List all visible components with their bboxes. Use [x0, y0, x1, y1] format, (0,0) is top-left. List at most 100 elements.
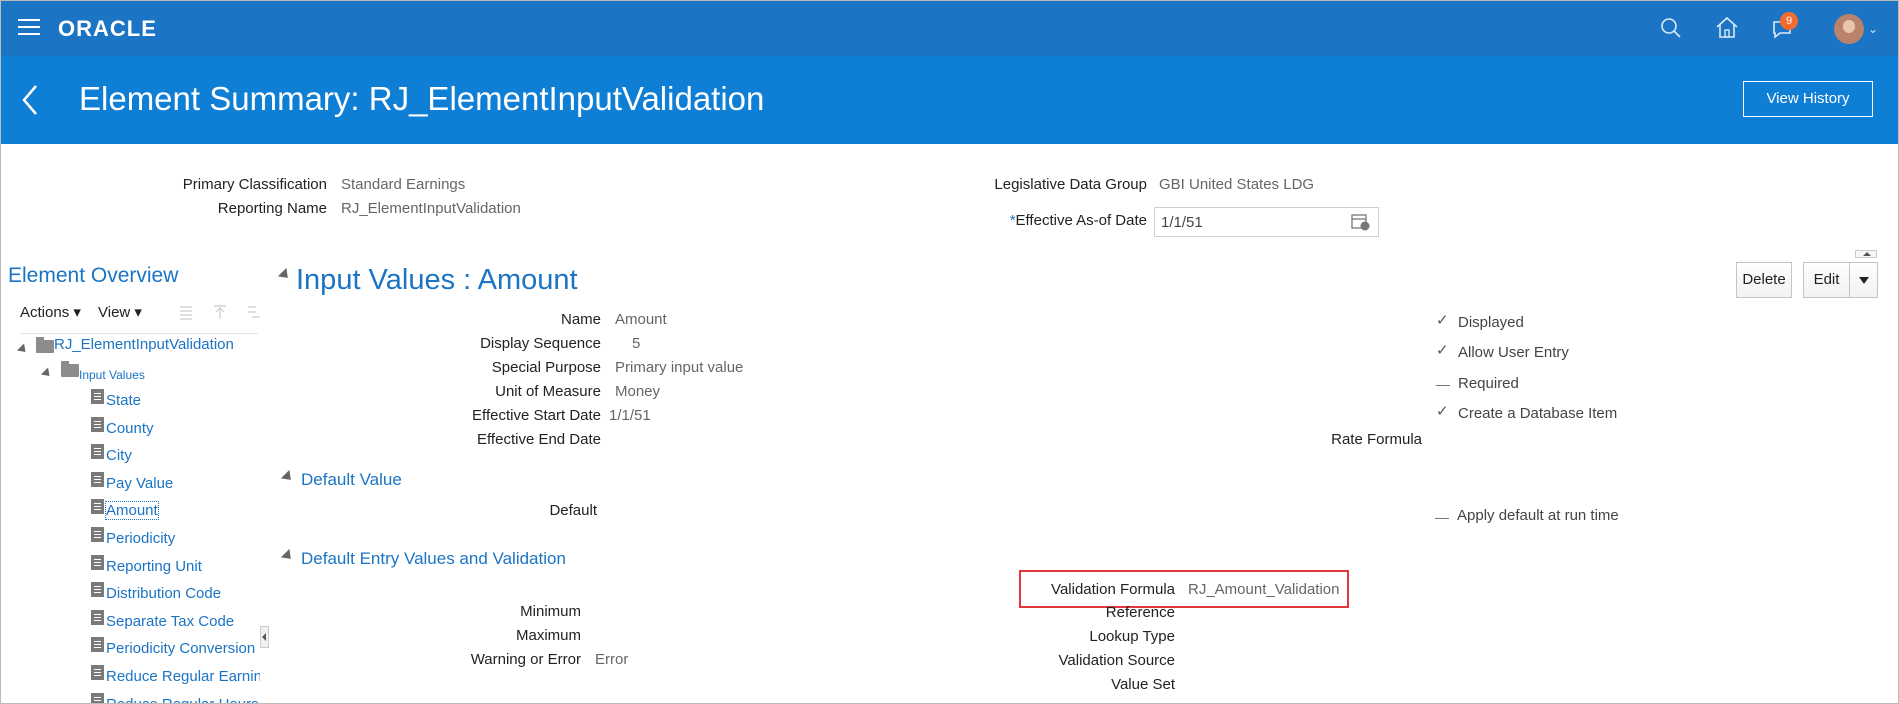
- document-icon: [91, 472, 104, 487]
- tree-folder-node[interactable]: Input Values: [79, 368, 145, 382]
- create-database-item-check-icon: ✓: [1436, 403, 1449, 420]
- validation-source-label: Validation Source: [1058, 652, 1175, 669]
- reference-label: Reference: [1105, 604, 1175, 621]
- tree-item-periodicity-conversion[interactable]: Periodicity Conversion: [106, 640, 255, 657]
- search-icon[interactable]: [1657, 14, 1685, 42]
- page-title: Element Summary: RJ_ElementInputValidati…: [79, 80, 765, 117]
- create-database-item-label: Create a Database Item: [1458, 405, 1618, 422]
- tree-item-pay-value[interactable]: Pay Value: [106, 475, 173, 492]
- expand-toggle-icon[interactable]: [16, 343, 30, 356]
- notifications-badge: 9: [1780, 12, 1798, 30]
- panel-splitter[interactable]: [260, 626, 269, 648]
- primary-classification-label: Primary Classification: [182, 176, 327, 193]
- tree-item-reduce-regular-earnings[interactable]: Reduce Regular Earnings: [106, 668, 260, 685]
- unit-of-measure-value: Money: [615, 383, 661, 400]
- folder-icon: [36, 337, 54, 353]
- tree-item-distribution-code[interactable]: Distribution Code: [106, 585, 221, 602]
- maximum-label: Maximum: [515, 627, 581, 644]
- legislative-data-group-value: GBI United States LDG: [1159, 176, 1315, 193]
- displayed-check-icon: ✓: [1436, 312, 1449, 329]
- section-collapse-icon[interactable]: [280, 548, 296, 564]
- effective-start-date-value: 1/1/51: [609, 407, 651, 424]
- document-icon: [91, 417, 104, 432]
- document-icon: [91, 444, 104, 459]
- validation-formula-label: Validation Formula: [1051, 581, 1175, 598]
- document-icon: [91, 499, 104, 514]
- effective-end-date-label: Effective End Date: [477, 431, 601, 448]
- special-purpose-value: Primary input value: [615, 359, 744, 376]
- minimum-label: Minimum: [520, 603, 581, 620]
- required-label: Required: [1458, 375, 1519, 392]
- tree-root-node[interactable]: RJ_ElementInputValidation: [54, 336, 234, 353]
- section-collapse-icon[interactable]: [280, 469, 296, 485]
- primary-classification-value: Standard Earnings: [341, 176, 466, 193]
- go-to-top-icon[interactable]: [212, 304, 228, 320]
- tree-item-amount[interactable]: Amount: [105, 501, 159, 520]
- apply-default-unchecked-icon: [1435, 518, 1449, 519]
- view-menu[interactable]: View ▾: [98, 303, 142, 321]
- display-sequence-value: 5: [632, 335, 641, 352]
- collapse-icon[interactable]: [178, 304, 194, 320]
- unit-of-measure-label: Unit of Measure: [495, 383, 601, 400]
- allow-user-entry-label: Allow User Entry: [1458, 344, 1569, 361]
- folder-icon: [61, 361, 79, 377]
- tree-item-city[interactable]: City: [106, 447, 132, 464]
- page-title-band: Element Summary: RJ_ElementInputValidati…: [0, 56, 1899, 144]
- tree-item-state[interactable]: State: [106, 392, 141, 409]
- reporting-name-label: Reporting Name: [217, 200, 327, 217]
- back-icon[interactable]: [18, 82, 42, 118]
- global-header: ORACLE 9 ⌄: [0, 0, 1899, 56]
- actions-menu[interactable]: Actions ▾: [20, 303, 81, 321]
- calendar-icon[interactable]: [1351, 212, 1371, 232]
- edit-menu-dropdown[interactable]: [1849, 262, 1878, 298]
- value-set-label: Value Set: [1111, 676, 1175, 693]
- displayed-label: Displayed: [1458, 314, 1524, 331]
- tree-item-periodicity[interactable]: Periodicity: [106, 530, 175, 547]
- document-icon: [91, 389, 104, 404]
- lookup-type-label: Lookup Type: [1089, 628, 1175, 645]
- element-overview-title: Element Overview: [8, 264, 179, 287]
- oracle-logo: ORACLE: [58, 16, 157, 41]
- home-icon[interactable]: [1713, 14, 1741, 42]
- required-unchecked-icon: [1436, 385, 1450, 386]
- warning-or-error-label: Warning or Error: [470, 651, 581, 668]
- effective-start-date-label: Effective Start Date: [472, 407, 601, 424]
- document-icon: [91, 693, 104, 704]
- document-icon: [91, 527, 104, 542]
- avatar[interactable]: [1834, 14, 1864, 44]
- expand-toggle-icon[interactable]: [40, 367, 54, 380]
- menu-icon[interactable]: [18, 19, 40, 37]
- tree-item-county[interactable]: County: [106, 420, 154, 437]
- validation-section-title: Default Entry Values and Validation: [301, 549, 566, 568]
- default-label: Default: [549, 502, 597, 519]
- reporting-name-value: RJ_ElementInputValidation: [341, 200, 521, 217]
- tree-item-reporting-unit[interactable]: Reporting Unit: [106, 558, 202, 575]
- default-value-title: Default Value: [301, 470, 402, 489]
- document-icon: [91, 610, 104, 625]
- element-tree: RJ_ElementInputValidation Input Values S…: [0, 330, 260, 704]
- tree-item-separate-tax-code[interactable]: Separate Tax Code: [106, 613, 234, 630]
- delete-button[interactable]: Delete: [1736, 262, 1792, 298]
- warning-or-error-value: Error: [595, 651, 629, 668]
- document-icon: [91, 555, 104, 570]
- chevron-down-icon[interactable]: ⌄: [1868, 22, 1878, 36]
- effective-date-label: *Effective As-of Date: [1010, 212, 1147, 229]
- view-menu-label: View: [98, 304, 131, 321]
- document-icon: [91, 582, 104, 597]
- show-as-top-icon[interactable]: [246, 304, 262, 320]
- document-icon: [91, 665, 104, 680]
- view-history-button[interactable]: View History: [1743, 81, 1873, 117]
- section-collapse-icon[interactable]: [277, 267, 293, 283]
- edit-button[interactable]: Edit: [1803, 262, 1850, 298]
- actions-menu-label: Actions: [20, 304, 70, 321]
- name-label: Name: [560, 311, 601, 328]
- legislative-data-group-label: Legislative Data Group: [994, 176, 1147, 193]
- effective-date-input[interactable]: 1/1/51: [1154, 207, 1379, 237]
- scroll-up-icon[interactable]: [1855, 250, 1877, 258]
- section-title: Input Values : Amount: [296, 264, 578, 296]
- validation-formula-value: RJ_Amount_Validation: [1188, 581, 1340, 598]
- tree-item-reduce-regular-hours[interactable]: Reduce Regular Hours: [106, 696, 259, 704]
- name-value: Amount: [615, 311, 667, 328]
- effective-date-label-text: Effective As-of Date: [1015, 212, 1147, 229]
- rate-formula-label: Rate Formula: [1331, 431, 1422, 448]
